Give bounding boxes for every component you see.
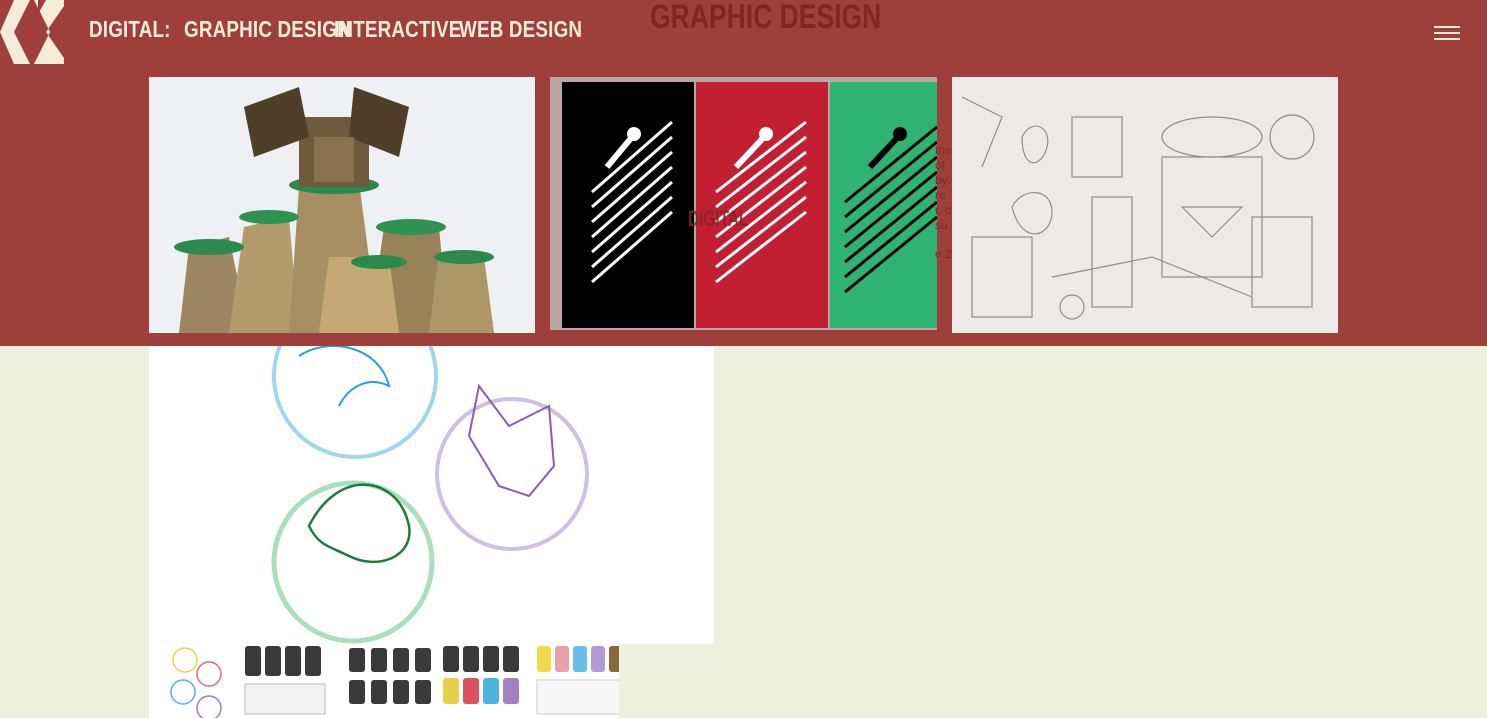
- gallery-thumb-posters[interactable]: [550, 77, 937, 330]
- gallery-thumb-sketch[interactable]: [952, 77, 1338, 333]
- hamburger-menu-icon[interactable]: [1434, 24, 1462, 42]
- thumbnail-strip: [149, 644, 619, 718]
- featured-artwork[interactable]: [149, 346, 714, 644]
- mini-thumb-4[interactable]: [441, 644, 531, 718]
- kx-logo-icon[interactable]: [0, 0, 64, 64]
- main-nav: DIGITAL: GRAPHIC DESIGN INTERACTIVE WEB …: [89, 16, 609, 43]
- gallery-thumb-sculpture[interactable]: [149, 77, 535, 333]
- header-bar: DIGITAL: GRAPHIC DESIGN INTERACTIVE WEB …: [0, 0, 1487, 346]
- nav-item-interactive[interactable]: INTERACTIVE: [334, 16, 461, 43]
- animal-logos-image: [271, 346, 589, 644]
- nav-item-graphic-design[interactable]: GRAPHIC DESIGN: [184, 16, 351, 43]
- mini-thumb-5[interactable]: [535, 644, 619, 718]
- mini-thumb-3[interactable]: [345, 644, 435, 718]
- poster-green: [830, 82, 937, 328]
- mini-thumb-2[interactable]: [243, 644, 333, 718]
- nav-item-web-design[interactable]: WEB DESIGN: [459, 16, 582, 43]
- poster-red: [696, 82, 828, 328]
- mini-thumb-1[interactable]: [149, 644, 239, 718]
- page-title: GRAPHIC DESIGN: [650, 0, 882, 36]
- overlay-label: DIGITAL: [688, 206, 749, 231]
- nav-section-label[interactable]: DIGITAL:: [89, 16, 170, 43]
- overlay-text-fragments: the of by. re r, c su e 2: [935, 143, 952, 261]
- poster-black: [562, 82, 694, 328]
- sketch-image: [952, 77, 1338, 333]
- sculpture-image: [149, 77, 535, 333]
